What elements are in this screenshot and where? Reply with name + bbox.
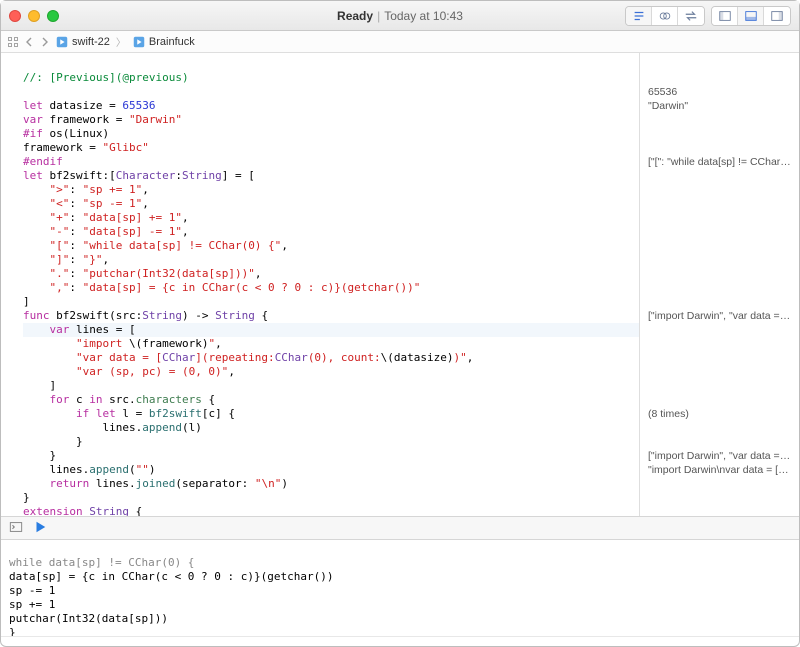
- code-editor[interactable]: //: [Previous](@previous) let datasize =…: [1, 53, 639, 516]
- crumb-page-label: Brainfuck: [149, 36, 195, 48]
- result-row[interactable]: "Darwin": [648, 99, 793, 113]
- console-line: data[sp] = {c in CChar(c < 0 ? 0 : c)}(g…: [9, 570, 334, 583]
- related-items-button[interactable]: [7, 36, 19, 48]
- result-row[interactable]: (8 times): [648, 407, 793, 421]
- console-toggle-icon: [9, 520, 23, 534]
- bottom-panel-icon: [744, 9, 758, 23]
- crumb-project[interactable]: swift-22: [55, 35, 110, 49]
- assistant-editor-button[interactable]: [652, 7, 678, 25]
- crumb-project-label: swift-22: [72, 36, 110, 48]
- rings-icon: [658, 9, 672, 23]
- console-output[interactable]: while data[sp] != CChar(0) { data[sp] = …: [1, 540, 799, 636]
- left-panel-button[interactable]: [712, 7, 738, 25]
- zoom-window-button[interactable]: [47, 10, 59, 22]
- titlebar: Ready|Today at 10:43: [1, 1, 799, 31]
- forward-button[interactable]: [39, 36, 51, 48]
- result-row[interactable]: 65536: [648, 85, 793, 99]
- jump-bar[interactable]: swift-22 〉 Brainfuck: [1, 31, 799, 53]
- related-icon: [7, 36, 19, 48]
- result-row[interactable]: "import Darwin\nvar data = [C…: [648, 463, 793, 477]
- chevron-right-icon: [39, 36, 51, 48]
- standard-editor-button[interactable]: [626, 7, 652, 25]
- result-row[interactable]: ["import Darwin", "var data = [C…: [648, 449, 793, 463]
- arrows-icon: [684, 9, 698, 23]
- results-sidebar[interactable]: 65536 "Darwin" ["[": "while data[sp] != …: [639, 53, 799, 516]
- play-icon: [33, 520, 47, 534]
- result-row[interactable]: ["import Darwin", "var data = […: [648, 309, 793, 323]
- console-line: sp += 1: [9, 598, 55, 611]
- result-row[interactable]: ["[": "while data[sp] != CChar(0…: [648, 155, 793, 169]
- editor-mode-segment: [625, 6, 705, 26]
- chevron-left-icon: [23, 36, 35, 48]
- crumb-separator: 〉: [114, 34, 128, 49]
- console-line: putchar(Int32(data[sp])): [9, 612, 168, 625]
- debug-bar: [1, 516, 799, 540]
- console-line: while data[sp] != CChar(0) {: [9, 556, 194, 569]
- toolbar-right: [625, 6, 791, 26]
- back-button[interactable]: [23, 36, 35, 48]
- status-text: Ready: [337, 9, 373, 23]
- console-line: sp -= 1: [9, 584, 55, 597]
- panel-segment: [711, 6, 791, 26]
- main-area: //: [Previous](@previous) let datasize =…: [1, 53, 799, 516]
- page-icon: [132, 35, 146, 49]
- crumb-page[interactable]: Brainfuck: [132, 35, 195, 49]
- close-window-button[interactable]: [9, 10, 21, 22]
- left-panel-icon: [718, 9, 732, 23]
- console-line: }: [9, 626, 16, 636]
- minimize-window-button[interactable]: [28, 10, 40, 22]
- right-panel-icon: [770, 9, 784, 23]
- status-time: Today at 10:43: [384, 9, 463, 23]
- window-controls: [9, 10, 59, 22]
- toggle-console-button[interactable]: [9, 520, 23, 537]
- version-editor-button[interactable]: [678, 7, 704, 25]
- bottom-panel-button[interactable]: [738, 7, 764, 25]
- right-panel-button[interactable]: [764, 7, 790, 25]
- paragraph-icon: [632, 9, 646, 23]
- playground-icon: [55, 35, 69, 49]
- footer-strip: [1, 636, 799, 646]
- run-button[interactable]: [33, 520, 47, 537]
